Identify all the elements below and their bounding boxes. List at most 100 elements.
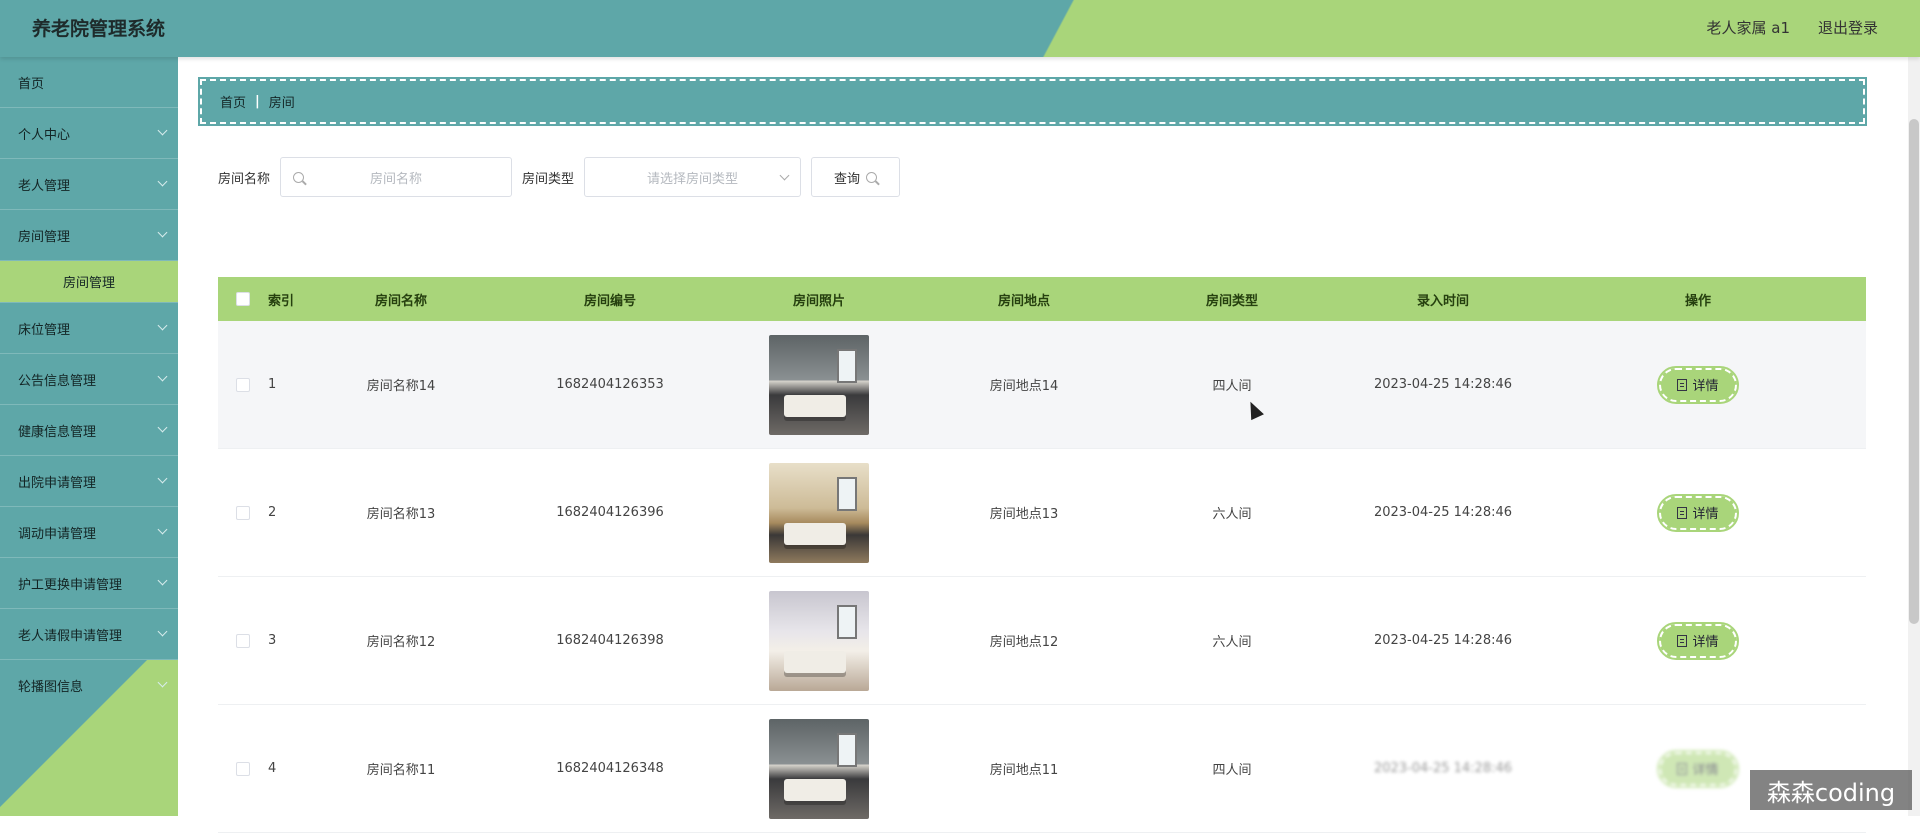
sidebar-item-label: 出院申请管理: [18, 472, 96, 491]
vertical-scrollbar[interactable]: [1908, 57, 1920, 816]
scrollbar-thumb[interactable]: [1909, 119, 1919, 624]
room-location-cell: 房间地点14: [890, 375, 1158, 394]
sidebar-item-label: 轮播图信息: [18, 676, 83, 695]
sidebar-item-personal-center[interactable]: 个人中心: [0, 108, 178, 159]
detail-button[interactable]: 详情: [1659, 752, 1737, 786]
breadcrumb-home[interactable]: 首页: [220, 92, 246, 111]
column-header: 房间类型: [1158, 290, 1306, 309]
breadcrumb-separator: |: [255, 94, 260, 109]
room-photo[interactable]: [769, 463, 869, 563]
sidebar-item-label: 老人请假申请管理: [18, 625, 122, 644]
room-type-label: 房间类型: [522, 168, 574, 187]
sidebar-item-health-info[interactable]: 健康信息管理: [0, 405, 178, 456]
entry-time-cell: 2023-04-25 14:28:46: [1306, 505, 1580, 520]
sidebar-item-carousel[interactable]: 轮播图信息: [0, 660, 178, 711]
sidebar-item-label: 房间管理: [18, 226, 70, 245]
entry-time-cell: 2023-04-25 14:28:46: [1306, 377, 1580, 392]
row-checkbox[interactable]: [236, 762, 250, 776]
query-button[interactable]: 查询: [811, 157, 900, 197]
chevron-down-icon: [158, 126, 168, 136]
room-location-cell: 房间地点11: [890, 759, 1158, 778]
column-header: 索引: [268, 290, 330, 309]
app-title: 养老院管理系统: [32, 14, 165, 41]
room-name-cell: 房间名称12: [330, 631, 472, 650]
chevron-down-icon: [158, 474, 168, 484]
table-row[interactable]: 3 房间名称12 1682404126398 房间地点12 六人间 2023-0…: [218, 577, 1866, 705]
document-icon: [1677, 507, 1687, 519]
room-name-input[interactable]: 房间名称: [280, 157, 512, 197]
detail-button-label: 详情: [1692, 631, 1718, 650]
room-photo[interactable]: [769, 335, 869, 435]
room-name-placeholder: 房间名称: [281, 168, 511, 187]
chevron-down-icon: [158, 423, 168, 433]
room-type-cell: 六人间: [1158, 631, 1306, 650]
table-header: 索引 房间名称 房间编号 房间照片 房间地点 房间类型 录入时间 操作: [218, 277, 1866, 321]
room-type-cell: 四人间: [1158, 759, 1306, 778]
detail-button[interactable]: 详情: [1659, 496, 1737, 530]
row-index: 3: [268, 633, 330, 648]
sidebar-item-caregiver-change[interactable]: 护工更换申请管理: [0, 558, 178, 609]
room-number-cell: 1682404126396: [472, 505, 748, 520]
room-type-cell: 六人间: [1158, 503, 1306, 522]
sidebar-item-bed-management[interactable]: 床位管理: [0, 303, 178, 354]
room-name-cell: 房间名称13: [330, 503, 472, 522]
sidebar-item-label: 护工更换申请管理: [18, 574, 122, 593]
table-row[interactable]: 2 房间名称13 1682404126396 房间地点13 六人间 2023-0…: [218, 449, 1866, 577]
room-photo[interactable]: [769, 591, 869, 691]
select-all-checkbox[interactable]: [236, 292, 250, 306]
query-button-label: 查询: [834, 168, 860, 187]
breadcrumb-current: 房间: [269, 92, 295, 111]
sidebar-item-room-management[interactable]: 房间管理: [0, 210, 178, 261]
sidebar-item-discharge[interactable]: 出院申请管理: [0, 456, 178, 507]
detail-button-label: 详情: [1692, 759, 1718, 778]
chevron-down-icon: [158, 321, 168, 331]
detail-button[interactable]: 详情: [1659, 368, 1737, 402]
sidebar-item-leave[interactable]: 老人请假申请管理: [0, 609, 178, 660]
room-photo[interactable]: [769, 719, 869, 819]
row-checkbox[interactable]: [236, 506, 250, 520]
room-number-cell: 1682404126353: [472, 377, 748, 392]
row-index: 1: [268, 377, 330, 392]
breadcrumb: 首页 | 房间: [200, 79, 1865, 124]
detail-button-label: 详情: [1692, 503, 1718, 522]
sidebar-item-label: 首页: [18, 73, 44, 92]
sidebar-item-announcement[interactable]: 公告信息管理: [0, 354, 178, 405]
chevron-down-icon: [158, 525, 168, 535]
room-type-select[interactable]: 请选择房间类型: [584, 157, 801, 197]
document-icon: [1677, 379, 1687, 391]
sidebar-item-home[interactable]: 首页: [0, 57, 178, 108]
room-name-label: 房间名称: [218, 168, 270, 187]
room-name-cell: 房间名称11: [330, 759, 472, 778]
detail-button[interactable]: 详情: [1659, 624, 1737, 658]
sidebar-item-label: 公告信息管理: [18, 370, 96, 389]
document-icon: [1677, 763, 1687, 775]
table-row[interactable]: 1 房间名称14 1682404126353 房间地点14 四人间 2023-0…: [218, 321, 1866, 449]
room-type-cell: 四人间: [1158, 375, 1306, 394]
chevron-down-icon: [158, 228, 168, 238]
row-checkbox[interactable]: [236, 378, 250, 392]
row-checkbox[interactable]: [236, 634, 250, 648]
logout-button[interactable]: 退出登录: [1818, 17, 1878, 38]
room-type-placeholder: 请选择房间类型: [647, 168, 738, 187]
room-table: 索引 房间名称 房间编号 房间照片 房间地点 房间类型 录入时间 操作 1 房间…: [218, 277, 1866, 833]
sidebar: 首页 个人中心 老人管理 房间管理 房间管理 床位管理 公告信息管理 健康信息管…: [0, 57, 178, 816]
chevron-down-icon: [158, 177, 168, 187]
chevron-down-icon: [158, 678, 168, 688]
room-location-cell: 房间地点13: [890, 503, 1158, 522]
column-header: 房间地点: [890, 290, 1158, 309]
table-row[interactable]: 4 房间名称11 1682404126348 房间地点11 四人间 2023-0…: [218, 705, 1866, 833]
column-header: 操作: [1580, 290, 1816, 309]
chevron-down-icon: [158, 372, 168, 382]
watermark: 森森coding: [1750, 770, 1912, 810]
chevron-down-icon: [780, 171, 790, 181]
column-header: 录入时间: [1306, 290, 1580, 309]
sidebar-item-label: 老人管理: [18, 175, 70, 194]
column-header: 房间编号: [472, 290, 748, 309]
top-header: 养老院管理系统 老人家属 a1 退出登录: [0, 0, 1920, 57]
sidebar-subitem-room-management[interactable]: 房间管理: [0, 261, 178, 303]
room-name-cell: 房间名称14: [330, 375, 472, 394]
sidebar-item-transfer[interactable]: 调动申请管理: [0, 507, 178, 558]
sidebar-item-elder-management[interactable]: 老人管理: [0, 159, 178, 210]
entry-time-cell: 2023-04-25 14:28:46: [1306, 633, 1580, 648]
search-icon: [866, 172, 877, 183]
